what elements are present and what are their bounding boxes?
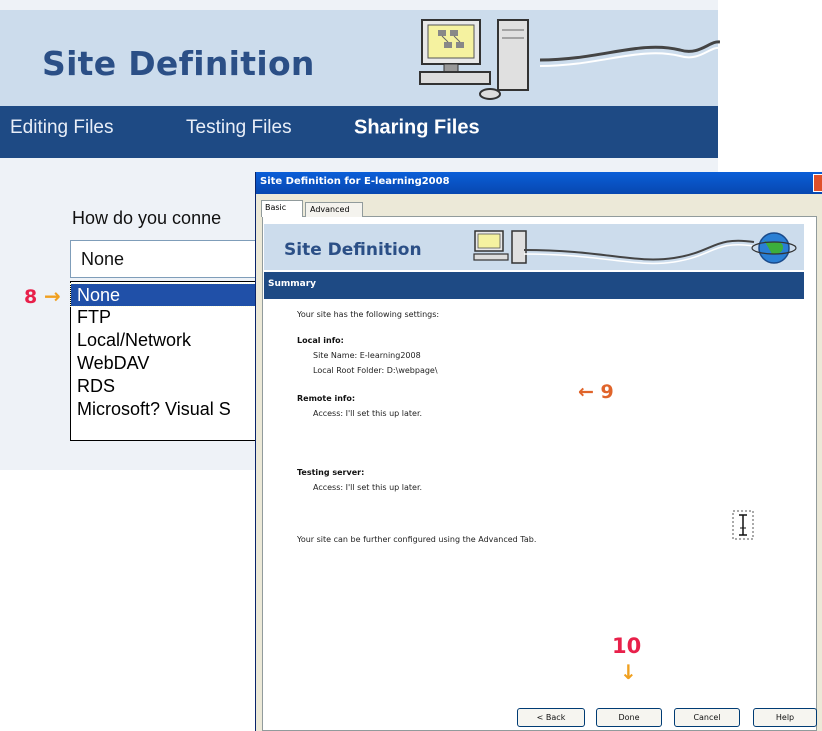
testing-server-heading: Testing server: — [297, 468, 365, 477]
remote-access-value: Access: I'll set this up later. — [313, 409, 423, 418]
option-local-network[interactable]: Local/Network — [71, 329, 259, 351]
step-9-label: ← 9 — [578, 381, 614, 403]
computer-icon — [419, 19, 529, 100]
step-10-label: 10 — [612, 634, 642, 658]
dialog-header-title: Site Definition — [284, 240, 422, 260]
wizard-title: Site Definition — [42, 44, 315, 83]
step-8-label: 8 — [24, 286, 38, 308]
settings-intro: Your site has the following settings: — [297, 310, 440, 319]
connection-select[interactable]: None — [70, 240, 260, 278]
remote-info-heading: Remote info: — [297, 394, 356, 403]
tab-advanced[interactable]: Advanced — [305, 202, 363, 217]
connection-select-value: None — [81, 249, 125, 269]
help-button[interactable]: Help — [753, 708, 817, 727]
tab-testing-files[interactable]: Testing Files — [186, 117, 292, 139]
summary-bar — [264, 272, 804, 299]
close-icon[interactable] — [813, 174, 822, 192]
tab-editing-files[interactable]: Editing Files — [10, 117, 114, 139]
site-name-value: Site Name: E-learning2008 — [313, 351, 421, 360]
option-ftp[interactable]: FTP — [71, 306, 259, 328]
arrow-left-icon: ← — [578, 381, 594, 403]
option-rds[interactable]: RDS — [71, 375, 259, 397]
testing-access-value: Access: I'll set this up later. — [313, 483, 423, 492]
computer-icon — [473, 230, 527, 264]
step-9-number: 9 — [600, 381, 614, 403]
text-cursor-icon — [732, 510, 754, 540]
summary-label: Summary — [268, 279, 317, 289]
cancel-button[interactable]: Cancel — [674, 708, 740, 727]
connection-question: How do you conne — [72, 208, 222, 228]
option-webdav[interactable]: WebDAV — [71, 352, 259, 374]
tab-basic[interactable]: Basic — [261, 200, 303, 217]
site-definition-dialog: Site Definition for E-learning2008 Basic… — [255, 172, 822, 731]
local-info-heading: Local info: — [297, 336, 344, 345]
connection-options-list[interactable]: None FTP Local/Network WebDAV RDS Micros… — [70, 281, 260, 441]
back-button[interactable]: < Back — [517, 708, 585, 727]
dialog-title: Site Definition for E-learning2008 — [260, 176, 450, 187]
option-microsoft-visual[interactable]: Microsoft? Visual S — [71, 398, 259, 420]
globe-network-icon — [524, 232, 797, 265]
local-root-value: Local Root Folder: D:\webpage\ — [313, 366, 438, 375]
tab-sharing-files[interactable]: Sharing Files — [354, 117, 480, 140]
option-none[interactable]: None — [70, 283, 260, 307]
arrow-right-icon: → — [44, 284, 61, 308]
network-cable-icon — [540, 40, 720, 67]
done-button[interactable]: Done — [596, 708, 662, 727]
arrow-down-icon: ↓ — [620, 660, 637, 684]
advanced-tab-note: Your site can be further configured usin… — [297, 535, 537, 544]
